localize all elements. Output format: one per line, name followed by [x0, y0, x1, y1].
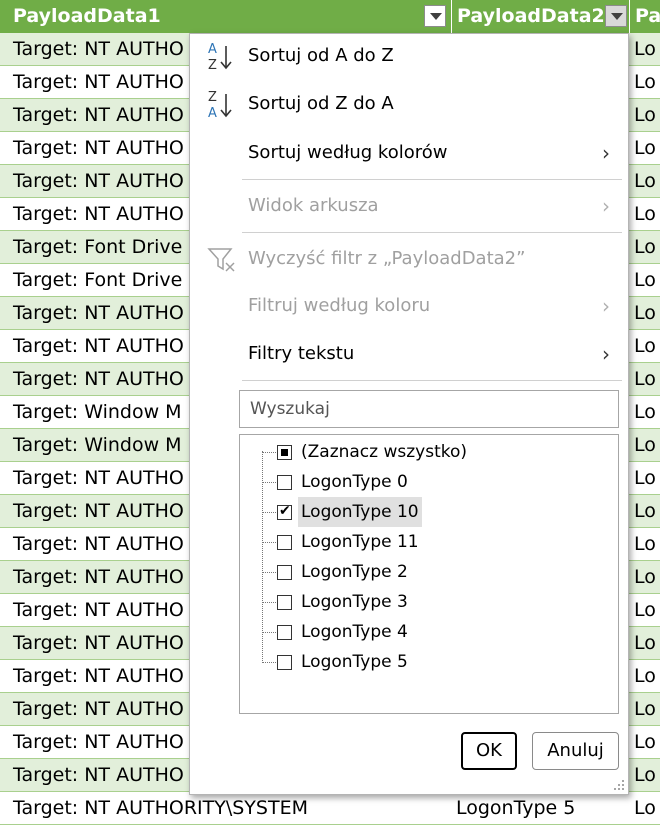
column-header-label: PayloadData1 [13, 5, 161, 27]
table-cell[interactable]: Lo [630, 99, 660, 132]
table-cell[interactable]: Lo [630, 726, 660, 759]
menu-item-label: Sortuj od Z do A [248, 93, 394, 114]
tree-branch [262, 572, 276, 573]
table-cell[interactable]: Target: NT AUTHORITY\SYSTEM [0, 792, 452, 825]
filter-values-list: (Zaznacz wszystko) LogonType 0 ✔ LogonType … [239, 434, 619, 714]
chevron-right-icon: › [602, 141, 610, 165]
filter-value-label[interactable]: LogonType 2 [298, 557, 411, 587]
table-cell[interactable]: Lo [630, 165, 660, 198]
table-cell[interactable]: Lo [630, 660, 660, 693]
tree-branch [262, 632, 276, 633]
table-cell[interactable]: Lo [630, 759, 660, 792]
partial-check-icon [281, 449, 288, 456]
chevron-down-icon [430, 13, 442, 20]
chevron-down-icon [611, 13, 623, 20]
filter-value-label[interactable]: LogonType 3 [298, 587, 411, 617]
table-cell[interactable]: Lo [630, 396, 660, 429]
filter-value-label[interactable]: LogonType 4 [298, 617, 411, 647]
table-cell[interactable]: Lo [630, 792, 660, 825]
table-cell[interactable]: LogonType 5 [452, 792, 630, 825]
tree-branch [262, 542, 276, 543]
column-header-next[interactable]: Pa [630, 0, 660, 33]
checkbox[interactable]: ✔ [277, 503, 292, 520]
checkbox[interactable] [277, 445, 292, 460]
clear-filter-icon [207, 248, 235, 272]
filter-value-label[interactable]: LogonType 5 [298, 647, 411, 677]
column-header-payloaddata1[interactable]: PayloadData1 [0, 0, 452, 33]
table-cell[interactable]: Lo [630, 495, 660, 528]
table-cell[interactable]: Lo [630, 528, 660, 561]
menu-item-sheet-view: Widok arkusza › [190, 184, 628, 228]
table-cell[interactable]: Lo [630, 330, 660, 363]
svg-text:A: A [208, 106, 217, 120]
filter-dropdown-button-active[interactable] [605, 5, 627, 27]
checkbox[interactable] [277, 535, 292, 550]
menu-separator [242, 179, 622, 180]
column-header-payloaddata2[interactable]: PayloadData2 [452, 0, 630, 33]
svg-text:A: A [208, 42, 217, 57]
table-cell[interactable]: Lo [630, 132, 660, 165]
table-cell[interactable]: Lo [630, 66, 660, 99]
filter-dropdown-button[interactable] [424, 5, 446, 27]
chevron-right-icon: › [602, 194, 610, 218]
table-cell[interactable]: Lo [630, 462, 660, 495]
menu-item-label: Filtruj według koloru [248, 295, 431, 316]
tree-branch [262, 662, 276, 663]
menu-item-sort-by-color[interactable]: Sortuj według kolorów › [190, 131, 628, 175]
svg-text:Z: Z [208, 90, 217, 105]
menu-item-label: Sortuj od A do Z [248, 45, 394, 66]
table-cell[interactable]: Lo [630, 693, 660, 726]
tree-branch [262, 512, 276, 513]
menu-separator [242, 380, 622, 381]
checkmark-icon: ✔ [279, 503, 291, 519]
table-cell[interactable]: Lo [630, 594, 660, 627]
svg-text:Z: Z [208, 58, 217, 72]
search-input[interactable]: Wyszukaj [239, 390, 619, 428]
column-header-label: PayloadData2 [457, 5, 605, 27]
filter-value-label[interactable]: LogonType 11 [298, 527, 422, 557]
menu-item-filter-by-color: Filtruj według koloru › [190, 284, 628, 328]
filter-dropdown-menu: A Z Sortuj od A do Z Z A Sortuj od Z do … [189, 33, 629, 795]
menu-item-label: Filtry tekstu [248, 343, 355, 364]
menu-separator [242, 232, 622, 233]
sort-a-z-icon: A Z [208, 42, 232, 72]
tree-branch [262, 602, 276, 603]
table-cell[interactable]: Lo [630, 429, 660, 462]
table-row: Target: NT AUTHORITY\SYSTEM LogonType 5 Lo [0, 792, 660, 825]
checkbox[interactable] [277, 595, 292, 610]
menu-item-sort-z-a[interactable]: Z A Sortuj od Z do A [190, 82, 628, 126]
menu-item-label: Widok arkusza [248, 195, 379, 216]
table-cell[interactable]: Lo [630, 198, 660, 231]
tree-branch [262, 452, 276, 453]
sort-z-a-icon: Z A [208, 90, 232, 120]
header-row: PayloadData1 PayloadData2 Pa [0, 0, 660, 33]
checkbox[interactable] [277, 625, 292, 640]
checkbox[interactable] [277, 655, 292, 670]
cancel-button[interactable]: Anuluj [532, 732, 619, 770]
menu-item-text-filters[interactable]: Filtry tekstu › [190, 332, 628, 376]
table-cell[interactable]: Lo [630, 231, 660, 264]
table-cell[interactable]: Lo [630, 561, 660, 594]
filter-value-label[interactable]: (Zaznacz wszystko) [298, 437, 470, 467]
tree-branch [262, 482, 276, 483]
menu-item-sort-a-z[interactable]: A Z Sortuj od A do Z [190, 34, 628, 78]
resize-grip-icon[interactable] [613, 779, 625, 791]
chevron-right-icon: › [602, 342, 610, 366]
checkbox[interactable] [277, 475, 292, 490]
filter-value-label[interactable]: LogonType 10 [298, 497, 422, 527]
filter-value-label[interactable]: LogonType 0 [298, 467, 411, 497]
table-cell[interactable]: Lo [630, 627, 660, 660]
table-cell[interactable]: Lo [630, 264, 660, 297]
chevron-right-icon: › [602, 294, 610, 318]
menu-item-label: Sortuj według kolorów [248, 142, 448, 163]
ok-button[interactable]: OK [461, 732, 517, 770]
menu-item-label: Wyczyść filtr z „PayloadData2” [248, 248, 526, 269]
checkbox[interactable] [277, 565, 292, 580]
table-cell[interactable]: Lo [630, 297, 660, 330]
menu-item-clear-filter: Wyczyść filtr z „PayloadData2” [190, 237, 628, 281]
table-cell[interactable]: Lo [630, 33, 660, 66]
table-cell[interactable]: Lo [630, 363, 660, 396]
column-header-label: Pa [635, 5, 660, 27]
